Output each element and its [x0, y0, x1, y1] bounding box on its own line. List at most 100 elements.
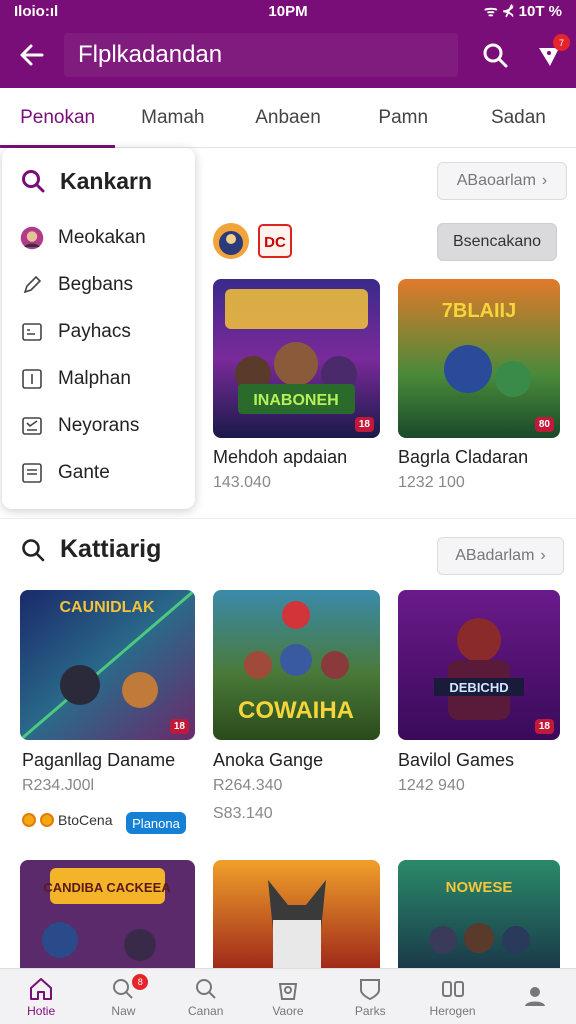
bottom-nav: Hotie 8 Naw Canan Vaore Parks Herogen [0, 968, 576, 1024]
tab-pamn[interactable]: Pamn [346, 88, 461, 148]
nav-label: Naw [111, 1003, 136, 1018]
see-all-label: ABaoarlam [456, 172, 536, 189]
game-card-thumb[interactable]: COWAIHA [213, 590, 380, 740]
nav-parks[interactable]: Parks [329, 969, 411, 1024]
section-title-label: Kattiarig [60, 535, 162, 563]
game-count: 1232 100 [398, 474, 465, 491]
dropdown-item-label: Malphan [58, 367, 131, 389]
bag-icon [278, 982, 298, 1000]
nav-profile[interactable] [494, 969, 576, 1024]
game-title[interactable]: Bavilol Games [398, 750, 514, 771]
see-all-label: ABadarlam [455, 547, 535, 564]
nav-store[interactable]: Vaore [247, 969, 329, 1024]
tab-mamah[interactable]: Mamah [115, 88, 230, 148]
game-art-image: NOWESE [398, 860, 560, 968]
tab-anbaen[interactable]: Anbaen [230, 88, 345, 148]
status-bar: Iloio:ıl 10PM ᯤ ⊀ 10T % [0, 0, 576, 22]
game-art-image: CAUNIDLAK [20, 590, 195, 740]
game-art-image: DEBICHD [398, 590, 560, 740]
game-count: 143.040 [213, 474, 271, 491]
game-title[interactable]: Paganllag Daname [22, 750, 175, 771]
dropdown-item-label: Gante [58, 461, 110, 483]
svg-text:DC: DC [264, 234, 286, 251]
chevron-right-icon: › [541, 172, 548, 189]
checklist-icon [22, 416, 42, 435]
arrow-left-icon [20, 44, 44, 66]
document-icon [22, 462, 42, 483]
nav-home[interactable]: Hotie [0, 969, 82, 1024]
tab-penokan[interactable]: Penokan [0, 88, 116, 148]
app-title: Flplkadandan [64, 33, 458, 77]
search-icon [22, 170, 45, 193]
game-card-thumb[interactable]: 7BLAIIJ 80 [398, 279, 560, 438]
avatar-icon [20, 226, 44, 249]
game-art-image: CANDIBA CACKEEA [20, 860, 195, 968]
category-tabs: Penokan Mamah Anbaen Pamn Sadan [0, 88, 576, 148]
nav-new[interactable]: 8 Naw [82, 969, 164, 1024]
dropdown-item[interactable]: Neyorans [2, 402, 195, 449]
game-art-title: CANDIBA CACKEEA [43, 880, 171, 895]
see-all-button[interactable]: ABadarlam › [437, 537, 564, 575]
search-button[interactable] [468, 22, 522, 88]
cart-badge: 7 [553, 34, 570, 51]
game-art-image: 7BLAIIJ [398, 279, 560, 438]
card-icon [22, 322, 42, 341]
nav-label: Hotie [27, 1003, 56, 1018]
shield-icon [360, 978, 381, 1000]
coin-row: BtoCena [22, 812, 112, 828]
coin-icon [22, 813, 36, 827]
nav-search[interactable]: Canan [165, 969, 247, 1024]
game-title[interactable]: Bagrla Cladaran [398, 447, 528, 468]
tag-badge[interactable]: Planona [126, 812, 186, 834]
home-icon [30, 977, 53, 1000]
game-count: 1242 940 [398, 777, 465, 794]
game-title[interactable]: Anoka Gange [213, 750, 323, 771]
game-card-thumb[interactable]: CANDIBA CACKEEA [20, 860, 195, 968]
game-card-thumb[interactable]: CAUNIDLAK 18 [20, 590, 195, 740]
search-icon [483, 43, 508, 68]
dropdown-item[interactable]: Payhacs [2, 308, 195, 355]
nav-label: Vaore [272, 1003, 304, 1018]
game-count-secondary: S83.140 [213, 805, 273, 822]
back-button[interactable] [0, 22, 64, 88]
game-art-title: INABONEH [253, 392, 338, 409]
see-all-button[interactable]: ABaoarlam › [437, 162, 567, 200]
game-art-title: COWAIHA [238, 697, 354, 724]
divider [0, 518, 576, 519]
age-rating-badge: 18 [354, 417, 374, 432]
dropdown-item[interactable]: Begbans [2, 261, 195, 308]
game-card-thumb[interactable]: DEBICHD 18 [398, 590, 560, 740]
dropdown-item[interactable]: Meokakan [2, 214, 195, 261]
action-button[interactable]: Bsencakano [437, 223, 557, 261]
cart-button[interactable]: 7 [522, 22, 576, 88]
dropdown-header[interactable]: Kankarn [2, 148, 195, 214]
profile-icon [524, 986, 545, 1006]
game-avatar-icon [213, 223, 249, 259]
status-time: 10PM [268, 2, 308, 20]
coin-icon [40, 813, 54, 827]
game-art-title: 7BLAIIJ [442, 300, 516, 322]
nav-label: Canan [188, 1003, 224, 1018]
dropdown-item-label: Payhacs [58, 320, 131, 342]
game-card-thumb[interactable]: NOWESE [398, 860, 560, 968]
bracket-icon [22, 368, 42, 389]
age-rating-badge: 18 [534, 719, 554, 734]
section-title: Kattiarig [20, 535, 161, 564]
game-card-thumb[interactable]: INABONEH 18 [213, 279, 380, 438]
search-icon [22, 538, 45, 561]
game-art-image [213, 860, 380, 968]
game-title[interactable]: Mehdoh apdaian [213, 447, 347, 468]
game-art-image: INABONEH [213, 279, 380, 438]
game-count: R264.340 [213, 777, 283, 794]
dropdown-menu: Kankarn Meokakan Begbans Payhacs Malphan… [2, 148, 195, 509]
group-icon [441, 980, 464, 997]
dropdown-item[interactable]: Gante [2, 449, 195, 496]
tab-sadan[interactable]: Sadan [461, 88, 576, 148]
game-card-thumb[interactable] [213, 860, 380, 968]
nav-badge: 8 [132, 974, 149, 990]
nav-label: Parks [354, 1003, 386, 1018]
nav-herogen[interactable]: Herogen [411, 969, 493, 1024]
dropdown-header-label: Kankarn [60, 167, 153, 194]
dropdown-item-label: Meokakan [58, 226, 146, 248]
dropdown-item[interactable]: Malphan [2, 355, 195, 402]
